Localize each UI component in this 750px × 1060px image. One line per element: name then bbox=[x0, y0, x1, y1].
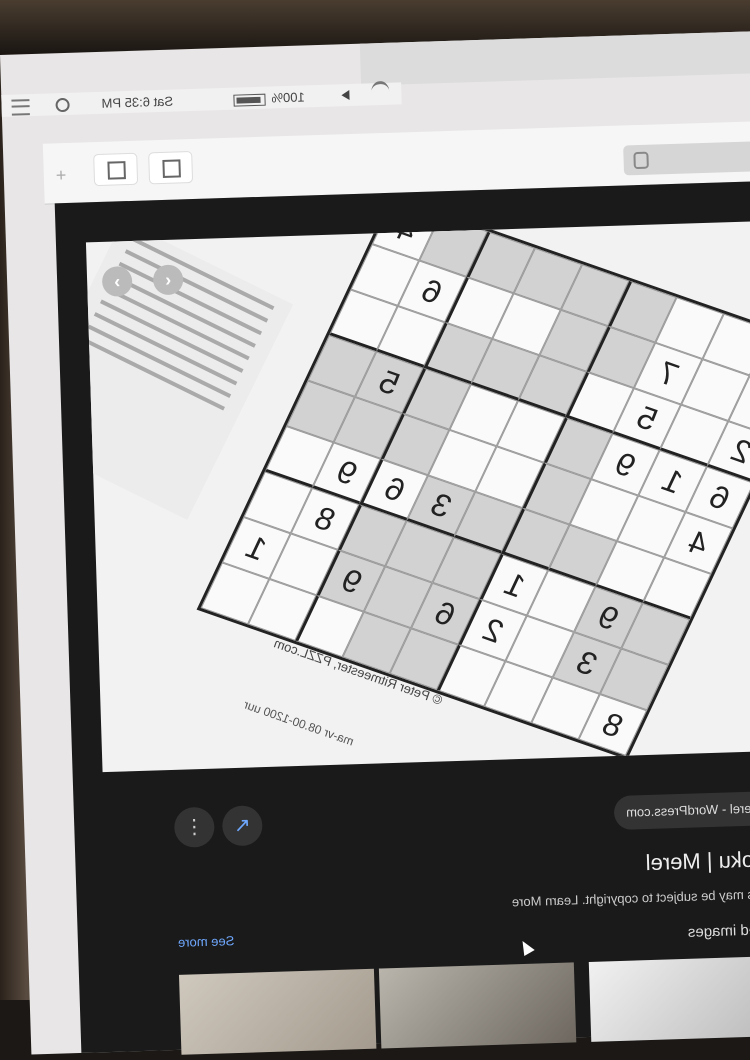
tabs-overview-button[interactable] bbox=[93, 153, 138, 186]
share-button[interactable] bbox=[148, 151, 193, 184]
see-more-link[interactable]: See more bbox=[178, 933, 235, 950]
related-thumbnail[interactable] bbox=[179, 969, 376, 1055]
copyright-note[interactable]: es may be subject to copyright. Learn Mo… bbox=[512, 887, 750, 910]
preview-image[interactable]: ‹ › 4675259164963819196238 © Peter Ritme… bbox=[86, 220, 750, 772]
add-tab-icon[interactable]: + bbox=[55, 165, 66, 186]
puzzle-code: ma-vr 08.00-1200 uur bbox=[242, 697, 356, 748]
image-viewer: ‹ › 4675259164963819196238 © Peter Ritme… bbox=[55, 180, 750, 1053]
related-thumbnail[interactable] bbox=[379, 962, 576, 1048]
arrow-icon bbox=[341, 90, 349, 100]
related-thumbnail[interactable] bbox=[589, 956, 750, 1042]
menu-icon[interactable] bbox=[11, 99, 29, 116]
battery-icon[interactable] bbox=[233, 94, 265, 107]
screen: Sat 6:35 PM 100% + ‹ › 46752591649638191… bbox=[0, 30, 750, 1054]
tabs-overview-icon bbox=[107, 161, 126, 180]
related-images-title: ated images bbox=[688, 921, 750, 941]
url-lock-icon bbox=[633, 152, 649, 169]
page-title[interactable]: doku | Merel bbox=[645, 846, 750, 876]
image-info-panel: ⋮ ↗ Merel - WordPress.com doku | Merel e… bbox=[173, 760, 750, 1050]
more-vertical-icon[interactable]: ⋮ bbox=[174, 807, 215, 848]
source-chip[interactable]: Merel - WordPress.com bbox=[614, 790, 750, 830]
visit-arrow-icon[interactable]: ↗ bbox=[222, 805, 263, 846]
url-bar[interactable] bbox=[623, 139, 750, 176]
battery-percent: 100% bbox=[271, 89, 305, 105]
share-icon bbox=[162, 159, 181, 178]
menubar-clock[interactable]: Sat 6:35 PM bbox=[101, 94, 173, 111]
